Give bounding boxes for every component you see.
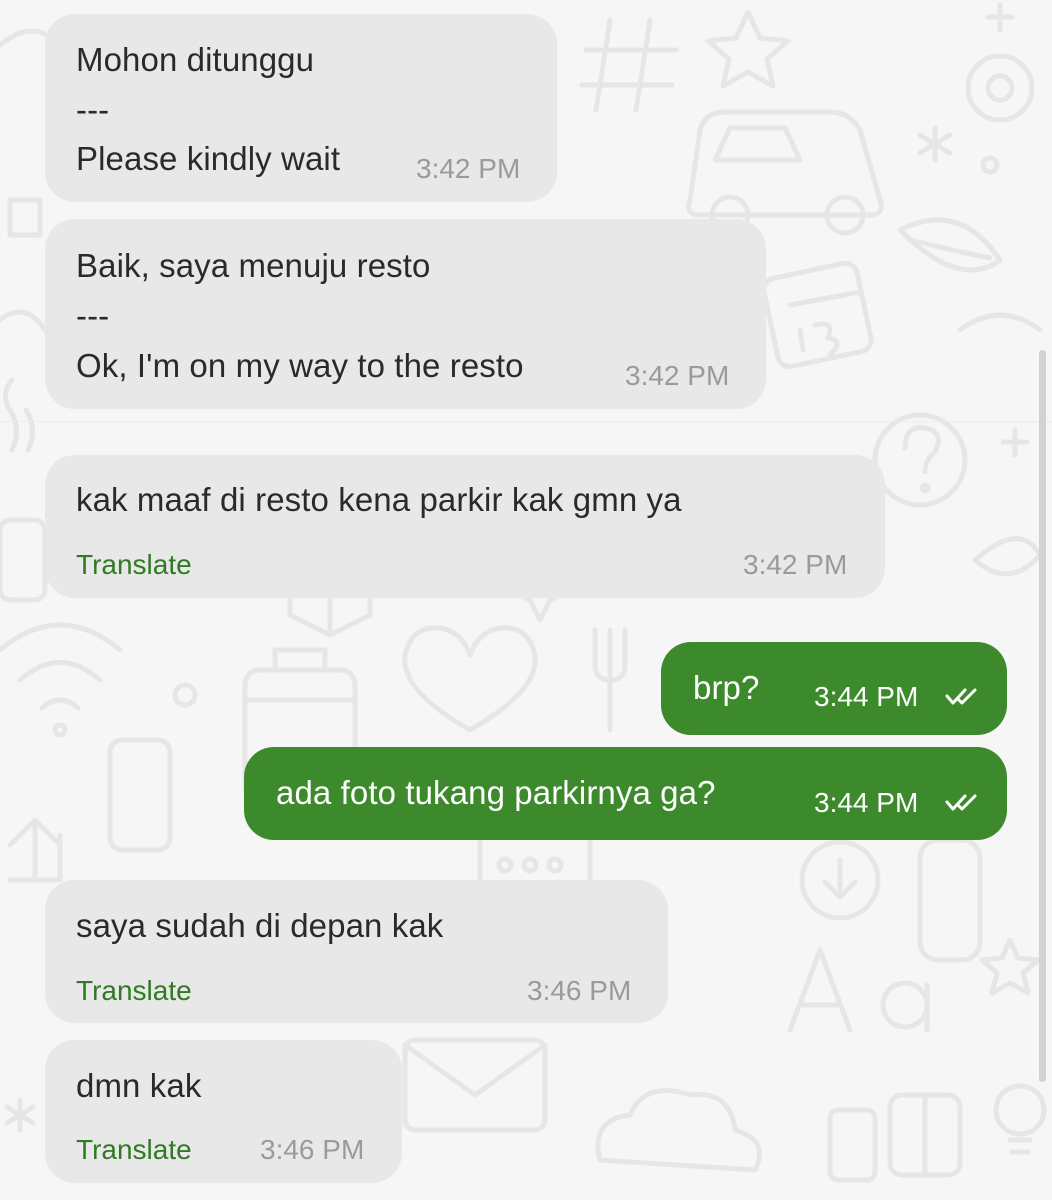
message-text: dmn kak [76, 1067, 202, 1104]
double-check-icon [945, 794, 977, 811]
incoming-message-bubble[interactable]: dmn kak Translate 3:46 PM [45, 1040, 402, 1183]
message-timestamp: 3:44 PM [814, 681, 919, 712]
message-text: saya sudah di depan kak [76, 907, 444, 944]
message-text-line: --- [76, 297, 110, 334]
double-check-icon [945, 688, 977, 705]
message-timestamp: 3:42 PM [743, 549, 848, 580]
incoming-message-bubble[interactable]: Mohon ditunggu --- Please kindly wait 3:… [45, 14, 557, 202]
message-timestamp: 3:46 PM [260, 1134, 365, 1165]
scrollbar-thumb[interactable] [1039, 350, 1046, 1082]
incoming-message-bubble[interactable]: saya sudah di depan kak Translate 3:46 P… [45, 880, 668, 1023]
incoming-message-bubble[interactable]: kak maaf di resto kena parkir kak gmn ya… [45, 455, 885, 598]
message-text-line: --- [76, 91, 110, 128]
list-section-divider [0, 421, 1052, 422]
translate-link[interactable]: Translate [76, 974, 192, 1008]
message-timestamp: 3:42 PM [625, 360, 730, 391]
outgoing-message-bubble[interactable]: ada foto tukang parkirnya ga? 3:44 PM [244, 747, 1007, 840]
incoming-message-bubble[interactable]: Baik, saya menuju resto --- Ok, I'm on m… [45, 219, 766, 409]
message-text: ada foto tukang parkirnya ga? [276, 774, 716, 811]
outgoing-message-bubble[interactable]: brp? 3:44 PM [661, 642, 1007, 735]
message-timestamp: 3:42 PM [416, 153, 521, 184]
message-text-line: Please kindly wait [76, 140, 341, 177]
message-timestamp: 3:44 PM [814, 787, 919, 818]
translate-link[interactable]: Translate [76, 1133, 192, 1167]
message-timestamp: 3:46 PM [527, 975, 632, 1006]
message-text: kak maaf di resto kena parkir kak gmn ya [76, 481, 682, 518]
message-text-line: Baik, saya menuju resto [76, 247, 431, 284]
translate-link[interactable]: Translate [76, 548, 192, 582]
message-text-line: Ok, I'm on my way to the resto [76, 347, 524, 384]
message-text-line: Mohon ditunggu [76, 41, 315, 78]
message-text: brp? [693, 669, 760, 706]
